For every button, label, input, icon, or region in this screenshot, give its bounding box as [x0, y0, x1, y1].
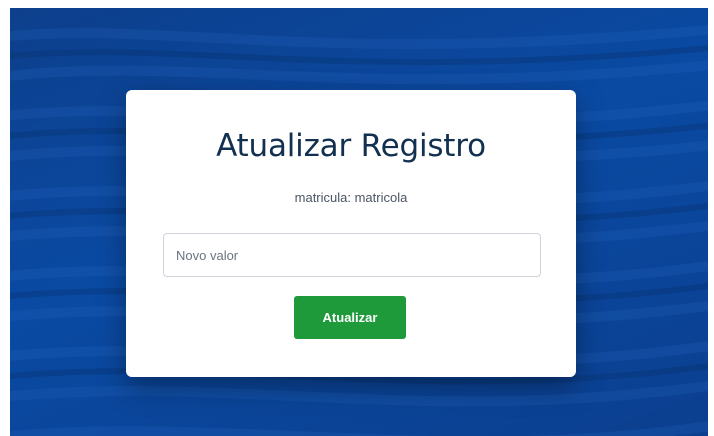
record-identifier-text: matricula: matricola: [294, 190, 408, 205]
update-button[interactable]: Atualizar: [294, 296, 406, 339]
page-title: Atualizar Registro: [216, 128, 486, 164]
new-value-input[interactable]: [163, 233, 541, 277]
page-background: Atualizar Registro matricula: matricola …: [10, 8, 708, 436]
update-record-card: Atualizar Registro matricula: matricola …: [126, 90, 576, 377]
